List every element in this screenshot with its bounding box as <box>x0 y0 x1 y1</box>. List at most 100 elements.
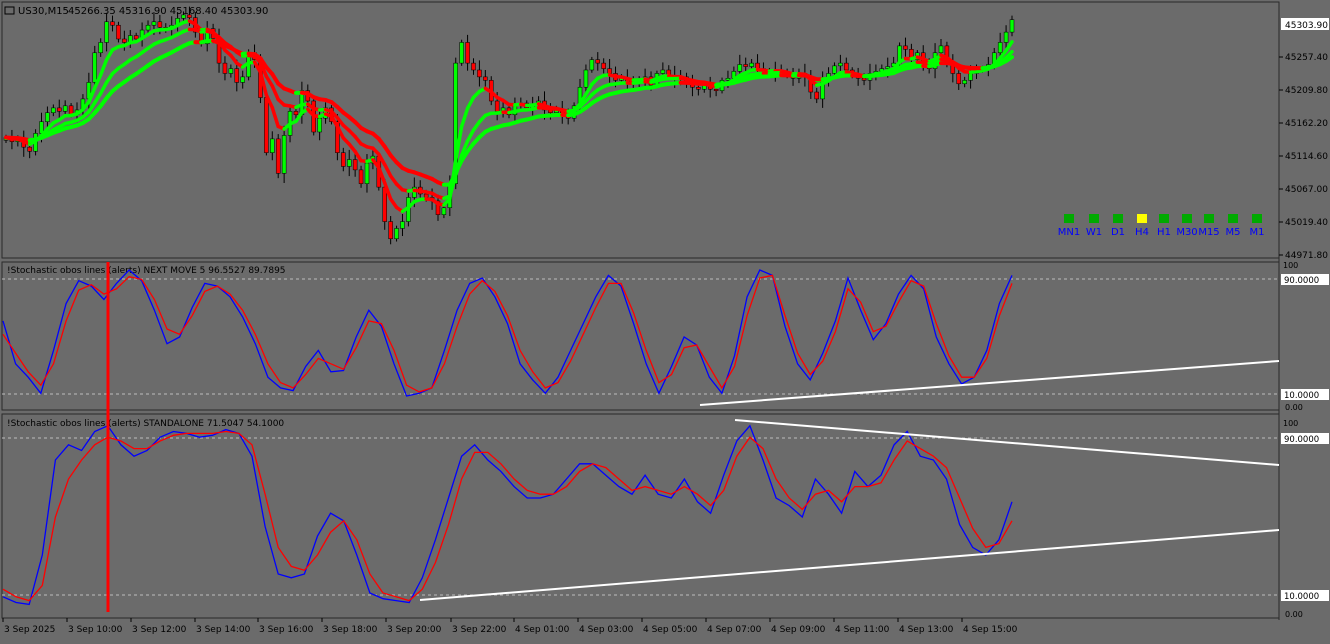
time-tick-label: 4 Sep 07:00 <box>707 625 762 635</box>
timeframe-label-h4[interactable]: H4 <box>1135 227 1149 238</box>
timeframe-indicator-m15[interactable] <box>1204 214 1214 223</box>
timeframe-label-h1[interactable]: H1 <box>1157 227 1171 238</box>
stoch2-axis-bottom: 0.00 <box>1285 610 1303 619</box>
bear-candle <box>608 69 612 74</box>
timeframe-indicator-h4[interactable] <box>1137 214 1147 223</box>
bull-candle <box>838 63 842 66</box>
time-tick-label: 3 Sep 20:00 <box>387 625 442 635</box>
bear-candle <box>862 78 866 80</box>
bear-candle <box>714 89 718 90</box>
bear-candle <box>122 39 126 42</box>
timeframe-indicator-w1[interactable] <box>1089 214 1099 223</box>
stoch-signal-line <box>3 432 1012 601</box>
time-axis: 3 Sep 20253 Sep 10:003 Sep 12:003 Sep 14… <box>3 618 1018 635</box>
bear-candle <box>116 25 120 39</box>
stoch2-axis-top: 100 <box>1283 419 1298 428</box>
timeframe-indicator-m1[interactable] <box>1252 214 1262 223</box>
ma-segment <box>272 108 278 127</box>
bull-candle <box>939 46 943 53</box>
stoch-main-line <box>3 270 1012 396</box>
stoch2-pane[interactable] <box>2 414 1279 618</box>
price-tick-label: 45209.80 <box>1285 86 1328 96</box>
bear-candle <box>466 42 470 63</box>
timeframe-indicator-d1[interactable] <box>1113 214 1123 223</box>
bear-candle <box>359 170 363 184</box>
stoch2-trendline-lower[interactable] <box>420 530 1279 600</box>
bull-candle <box>146 25 150 30</box>
timeframe-indicator-m5[interactable] <box>1228 214 1238 223</box>
timeframe-indicator-m30[interactable] <box>1182 214 1192 223</box>
bull-candle <box>318 118 322 132</box>
bear-candle <box>844 63 848 70</box>
bear-candle <box>264 98 268 153</box>
stoch1-trendline[interactable] <box>700 361 1279 405</box>
timeframe-label-m15[interactable]: M15 <box>1198 227 1219 238</box>
ohlc-readout: 45266.35 45316.90 45168.40 45303.90 <box>68 6 268 17</box>
stoch1-pane[interactable] <box>2 262 1279 410</box>
stoch2-title: !Stochastic obos lines (alerts) STANDALO… <box>7 419 284 429</box>
bear-candle <box>424 194 428 197</box>
bear-candle <box>111 22 115 25</box>
stoch2-lines <box>3 426 1012 605</box>
time-tick-label: 4 Sep 09:00 <box>771 625 826 635</box>
timeframe-indicator-h1[interactable] <box>1159 214 1169 223</box>
bull-candle <box>270 139 274 153</box>
main-pane[interactable] <box>2 2 1279 258</box>
bull-candle <box>969 73 973 80</box>
timeframe-label-w1[interactable]: W1 <box>1086 227 1102 238</box>
chart-menu-icon[interactable] <box>5 7 14 14</box>
bull-candle <box>963 80 967 83</box>
bull-candle <box>442 208 446 215</box>
timeframe-label-d1[interactable]: D1 <box>1111 227 1125 238</box>
time-tick-label: 3 Sep 22:00 <box>452 625 507 635</box>
bear-candle <box>134 36 138 39</box>
timeframe-label-m30[interactable]: M30 <box>1176 227 1197 238</box>
stoch2-trendline-upper[interactable] <box>735 420 1279 465</box>
bear-candle <box>28 147 32 151</box>
timeframe-label-m5[interactable]: M5 <box>1226 227 1241 238</box>
bear-candle <box>276 139 280 173</box>
stoch-main-line <box>3 426 1012 605</box>
price-tick-label: 45114.60 <box>1285 152 1328 162</box>
timeframe-panel[interactable]: MN1 W1 D1 H4 H1 M30M15 M5 M1 <box>1058 214 1265 238</box>
stoch1-axis-top: 100 <box>1283 261 1298 270</box>
ma-segment <box>1006 42 1012 51</box>
bear-candle <box>353 160 357 170</box>
time-tick-label: 3 Sep 10:00 <box>68 625 123 635</box>
bull-candle <box>45 113 49 122</box>
time-tick-label: 3 Sep 12:00 <box>132 625 187 635</box>
bull-candle <box>365 163 369 184</box>
price-tick-label: 45162.20 <box>1285 119 1328 129</box>
ma-segment <box>272 86 278 99</box>
stoch2-level-low-label: 10.0000 <box>1284 592 1319 602</box>
timeframe-label-mn1[interactable]: MN1 <box>1058 227 1080 238</box>
bear-candle <box>756 63 760 69</box>
bear-candle <box>744 64 748 66</box>
bear-candle <box>471 63 475 70</box>
time-tick-label: 3 Sep 2025 <box>4 625 55 635</box>
symbol-label: US30,M15 <box>18 6 69 17</box>
ma-segment <box>462 108 468 126</box>
bear-candle <box>158 22 162 28</box>
bull-candle <box>229 69 233 74</box>
bear-candle <box>389 222 393 239</box>
price-tick-label: 45019.40 <box>1285 218 1328 228</box>
time-tick-label: 4 Sep 03:00 <box>579 625 634 635</box>
bull-candle <box>63 106 67 112</box>
stoch-signal-line <box>3 275 1012 392</box>
price-tick-label: 45257.40 <box>1285 53 1328 63</box>
ma-segment <box>468 130 474 141</box>
bull-candle <box>51 108 55 113</box>
bull-candle <box>584 70 588 87</box>
stoch1-title: !Stochastic obos lines (alerts) NEXT MOV… <box>7 266 286 276</box>
ma-segment <box>101 60 107 75</box>
timeframe-indicator-mn1[interactable] <box>1064 214 1074 223</box>
bull-candle <box>105 22 109 43</box>
stoch1-level-high-label: 90.0000 <box>1284 276 1319 286</box>
bear-candle <box>223 63 227 73</box>
ma-segment <box>101 82 107 93</box>
chart-window[interactable]: US30,M15 45266.35 45316.90 45168.40 4530… <box>0 0 1330 640</box>
price-tick-label: 44971.80 <box>1285 251 1328 261</box>
time-tick-label: 4 Sep 13:00 <box>899 625 954 635</box>
timeframe-label-m1[interactable]: M1 <box>1250 227 1265 238</box>
